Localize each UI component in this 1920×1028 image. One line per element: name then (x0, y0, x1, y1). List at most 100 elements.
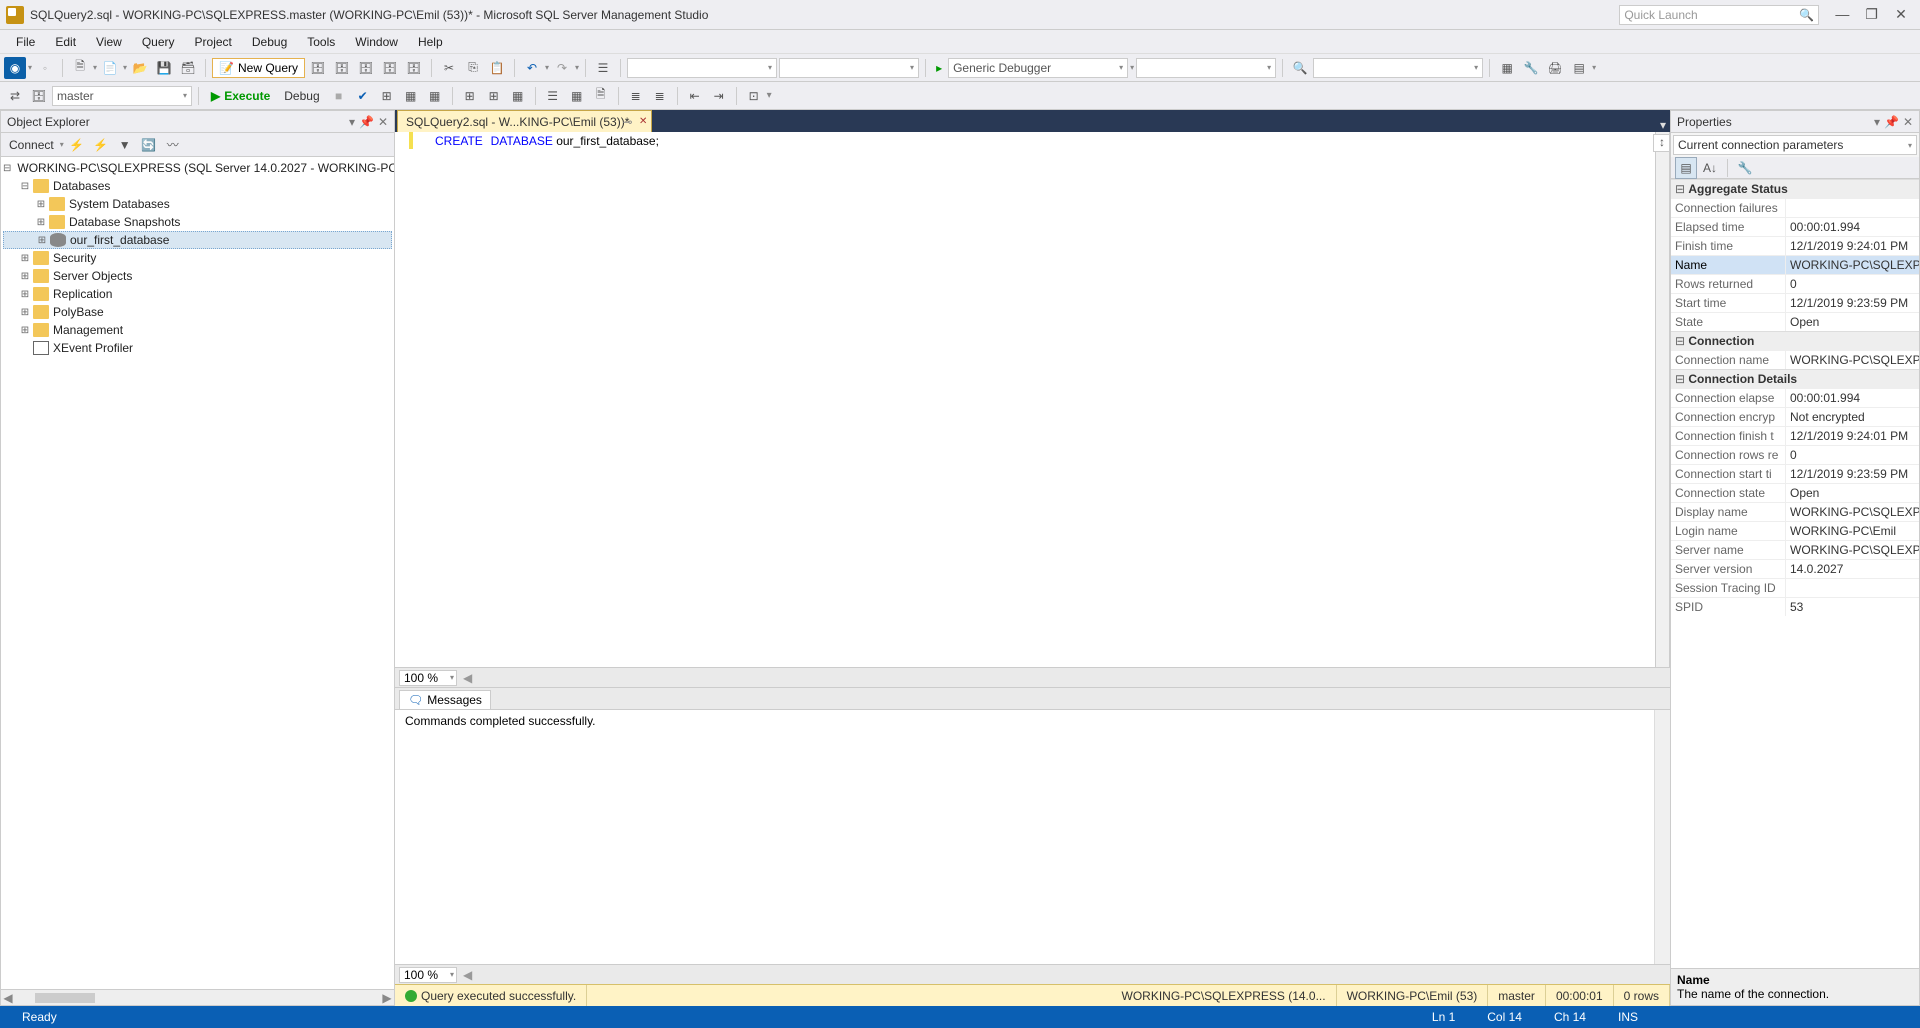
maximize-button[interactable]: ❐ (1859, 6, 1885, 23)
system-databases-node[interactable]: System Databases (67, 197, 170, 211)
comment-button[interactable]: ▦ (1496, 57, 1518, 79)
minimize-button[interactable]: — (1829, 6, 1855, 22)
redo-button[interactable]: ↷ (551, 57, 573, 79)
filter-button[interactable]: ▼ (114, 134, 136, 156)
panel-dropdown-icon[interactable]: ▾ (349, 115, 355, 129)
cut-button[interactable]: ✂ (438, 57, 460, 79)
disconnect-button[interactable]: ⚡ (66, 134, 88, 156)
debug-button[interactable]: Debug (278, 89, 325, 103)
estimated-plan-button[interactable]: ⊞ (376, 85, 398, 107)
database-snapshots-node[interactable]: Database Snapshots (67, 215, 180, 229)
sql-file-tab[interactable]: SQLQuery2.sql - W...KING-PC\Emil (53))* … (397, 110, 652, 132)
properties-button[interactable]: ☰ (592, 57, 614, 79)
refresh-button[interactable]: 🔄 (138, 134, 160, 156)
comment-out-button[interactable]: ≣ (625, 85, 647, 107)
object-tree[interactable]: ⊟WORKING-PC\SQLEXPRESS (SQL Server 14.0.… (1, 157, 394, 989)
editor-zoom-combo[interactable]: 100 % (399, 670, 457, 686)
stop-button[interactable]: ■ (328, 85, 350, 107)
menu-project[interactable]: Project (185, 33, 242, 51)
xmla-query-button[interactable]: 🗄 (403, 57, 425, 79)
panel-close-icon[interactable]: ✕ (378, 115, 388, 129)
grid-button[interactable]: ▤ (1568, 57, 1590, 79)
live-stats-button[interactable]: ⊞ (483, 85, 505, 107)
increase-indent-button[interactable]: ⇥ (708, 85, 730, 107)
panel-close-icon[interactable]: ✕ (1903, 115, 1913, 129)
mdx-query-button[interactable]: 🗄 (355, 57, 377, 79)
change-connection-button[interactable]: ⇄ (4, 85, 26, 107)
menu-file[interactable]: File (6, 33, 45, 51)
menu-edit[interactable]: Edit (45, 33, 86, 51)
management-node[interactable]: Management (51, 323, 123, 337)
new-item-button[interactable]: 📄 (99, 57, 121, 79)
results-to-file-button[interactable]: 🗎 (590, 85, 612, 107)
pulse-icon[interactable]: 〰 (162, 134, 184, 156)
find-combo[interactable] (1313, 58, 1483, 78)
cat-aggregate[interactable]: Aggregate Status (1671, 179, 1919, 198)
panel-dropdown-icon[interactable]: ▾ (1874, 115, 1880, 129)
properties-object-combo[interactable]: Current connection parameters (1673, 135, 1917, 155)
close-button[interactable]: ✕ (1888, 6, 1914, 23)
menu-help[interactable]: Help (408, 33, 453, 51)
include-plan-button[interactable]: ⊞ (459, 85, 481, 107)
panel-pin-icon[interactable]: 📌 (359, 115, 374, 129)
property-pages-button[interactable]: 🔧 (1734, 157, 1756, 179)
server-objects-node[interactable]: Server Objects (51, 269, 132, 283)
solution-platform-combo[interactable] (779, 58, 919, 78)
wrench-button[interactable]: 🔧 (1520, 57, 1542, 79)
messages-zoom-combo[interactable]: 100 % (399, 967, 457, 983)
menu-query[interactable]: Query (132, 33, 185, 51)
dmx-query-button[interactable]: 🗄 (379, 57, 401, 79)
decrease-indent-button[interactable]: ⇤ (684, 85, 706, 107)
split-icon[interactable]: ↕ (1653, 134, 1670, 152)
results-to-text-button[interactable]: ☰ (542, 85, 564, 107)
menu-debug[interactable]: Debug (242, 33, 297, 51)
databases-node[interactable]: Databases (51, 179, 110, 193)
solution-config-combo[interactable] (627, 58, 777, 78)
our-first-database-node[interactable]: our_first_database (68, 233, 169, 247)
find-button[interactable]: 🔍 (1289, 57, 1311, 79)
horizontal-scrollbar[interactable]: ◀ ▶ (1, 989, 394, 1005)
client-stats-button[interactable]: ▦ (507, 85, 529, 107)
uncomment-button[interactable]: ≣ (649, 85, 671, 107)
polybase-node[interactable]: PolyBase (51, 305, 104, 319)
paste-button[interactable]: 📋 (486, 57, 508, 79)
menu-view[interactable]: View (86, 33, 132, 51)
menu-window[interactable]: Window (345, 33, 408, 51)
xevent-profiler-node[interactable]: XEvent Profiler (51, 341, 133, 355)
db-query-button[interactable]: 🗄 (307, 57, 329, 79)
results-to-grid-button[interactable]: ▦ (566, 85, 588, 107)
toolbox-button[interactable]: 🖨 (1544, 57, 1566, 79)
messages-output[interactable]: Commands completed successfully. (395, 709, 1670, 964)
debugger-combo[interactable]: Generic Debugger (948, 58, 1128, 78)
query-options-button[interactable]: ▦ (400, 85, 422, 107)
nav-fwd-button[interactable]: ◦ (34, 57, 56, 79)
categorized-button[interactable]: ▤ (1675, 157, 1697, 179)
new-query-button[interactable]: 📝 New Query (212, 58, 305, 78)
new-project-button[interactable]: 🗎 (69, 57, 91, 79)
properties-grid[interactable]: Aggregate Status Connection failures Ela… (1671, 179, 1919, 968)
replication-node[interactable]: Replication (51, 287, 112, 301)
messages-tab[interactable]: 🗨 Messages (399, 690, 491, 709)
database-combo[interactable]: master (52, 86, 192, 106)
copy-button[interactable]: ⎘ (462, 57, 484, 79)
close-tab-icon[interactable]: ✕ (639, 116, 647, 127)
intellisense-button[interactable]: ▦ (424, 85, 446, 107)
specify-values-button[interactable]: ⊡ (743, 85, 765, 107)
tab-overflow-icon[interactable]: ▾ (1660, 118, 1666, 132)
sql-editor[interactable]: CREATE DATABASE our_first_database; ↕ (395, 132, 1670, 667)
save-button[interactable]: 💾 (153, 57, 175, 79)
parse-button[interactable]: ✔ (352, 85, 374, 107)
menu-tools[interactable]: Tools (297, 33, 345, 51)
cat-connection-details[interactable]: Connection Details (1671, 369, 1919, 388)
undo-button[interactable]: ↶ (521, 57, 543, 79)
save-all-button[interactable]: 🗃 (177, 57, 199, 79)
security-node[interactable]: Security (51, 251, 96, 265)
open-button[interactable]: 📂 (129, 57, 151, 79)
prop-name-row[interactable]: NameWORKING-PC\SQLEXPR (1671, 255, 1919, 274)
nav-back-button[interactable]: ◉ (4, 57, 26, 79)
server-node[interactable]: WORKING-PC\SQLEXPRESS (SQL Server 14.0.2… (15, 161, 394, 175)
debugger-target-combo[interactable] (1136, 58, 1276, 78)
pin-tab-icon[interactable]: ⊸ (622, 115, 632, 129)
cat-connection[interactable]: Connection (1671, 331, 1919, 350)
quick-launch-input[interactable]: Quick Launch 🔍 (1619, 5, 1819, 25)
